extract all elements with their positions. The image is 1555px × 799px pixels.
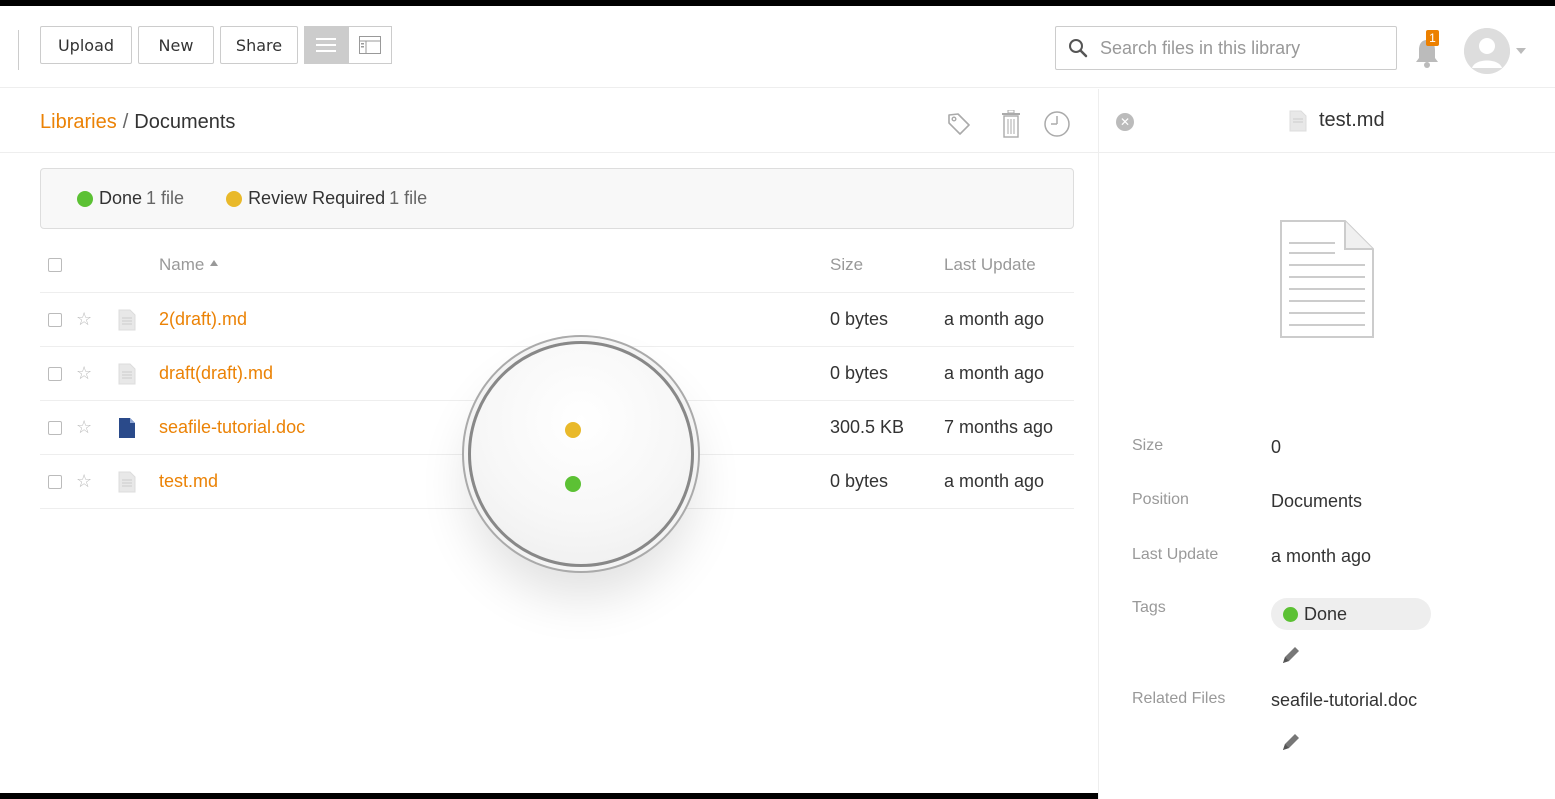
text-file-icon (118, 347, 136, 400)
size-value: 0 (1271, 437, 1282, 457)
last-update-column-header[interactable]: Last Update (944, 238, 1036, 292)
file-name-link[interactable]: draft(draft).md (159, 347, 273, 400)
detail-file-name: test.md (1319, 109, 1385, 131)
name-column-header[interactable]: Name (159, 238, 219, 292)
position-label: Position (1132, 491, 1189, 508)
search-icon (1056, 38, 1100, 58)
share-button[interactable]: Share (220, 26, 298, 64)
star-icon[interactable]: ☆ (76, 401, 92, 454)
search-box[interactable] (1055, 26, 1397, 70)
tag-pill-label: Done (1304, 603, 1348, 624)
last-update-label: Last Update (1132, 546, 1219, 563)
notification-button[interactable]: 1 (1414, 30, 1444, 70)
tag-pill-done: Done (1271, 598, 1431, 630)
column-view-button[interactable] (348, 26, 392, 64)
text-file-icon (118, 455, 136, 508)
file-preview-icon (1279, 219, 1375, 344)
text-file-icon (118, 293, 136, 346)
tag-summary-count: 1 file (389, 188, 428, 208)
row-checkbox[interactable] (48, 401, 62, 454)
file-name-link[interactable]: 2(draft).md (159, 293, 247, 346)
last-update-value: a month ago (1271, 546, 1372, 566)
user-avatar[interactable] (1464, 28, 1510, 74)
breadcrumb: Libraries / Documents (40, 111, 235, 134)
tag-icon[interactable] (944, 109, 974, 139)
row-checkbox[interactable] (48, 455, 62, 508)
star-icon[interactable]: ☆ (76, 293, 92, 346)
row-checkbox[interactable] (48, 293, 62, 346)
file-last-update: a month ago (944, 363, 1045, 383)
done-tag-dot (565, 476, 581, 492)
search-input[interactable] (1100, 37, 1380, 59)
list-view-button[interactable] (304, 26, 348, 64)
app-window: Upload New Share Search files in this li… (0, 0, 1555, 799)
size-column-header[interactable]: Size (830, 238, 863, 292)
file-last-update: 7 months ago (944, 417, 1054, 437)
top-toolbar: Upload New Share Search files in this li… (0, 12, 1555, 88)
list-view-icon (316, 38, 336, 52)
file-name-link[interactable]: seafile-tutorial.doc (159, 401, 305, 454)
trash-icon[interactable] (996, 109, 1026, 139)
review-required-tag-dot (565, 422, 581, 438)
edit-related-files-pencil-icon[interactable] (1281, 732, 1301, 752)
edit-tags-pencil-icon[interactable] (1281, 645, 1301, 665)
tag-summary-name: Done (99, 188, 143, 208)
table-header: Name Size Last Update (40, 238, 1074, 293)
table-row[interactable]: ☆ 2(draft).md 0 bytes a month ago (40, 293, 1074, 347)
file-last-update: a month ago (944, 471, 1045, 491)
position-value: Documents (1271, 491, 1363, 511)
word-file-icon (118, 401, 136, 454)
new-button[interactable]: New (138, 26, 214, 64)
select-all-checkbox[interactable] (48, 238, 62, 292)
star-icon[interactable]: ☆ (76, 455, 92, 508)
tag-color-dot (226, 190, 243, 207)
sort-ascending-icon (210, 260, 219, 266)
tag-summary-count: 1 file (146, 188, 185, 208)
text-file-icon (1289, 110, 1307, 131)
file-size: 300.5 KB (830, 417, 905, 437)
row-checkbox[interactable] (48, 347, 62, 400)
magnifier-overlay (468, 341, 694, 567)
close-icon[interactable]: ✕ (1116, 113, 1134, 131)
tag-summary-review-required[interactable]: Review Required 1 file (226, 188, 427, 209)
toolbar-divider (18, 30, 19, 70)
star-icon[interactable]: ☆ (76, 347, 92, 400)
file-last-update: a month ago (944, 309, 1045, 329)
breadcrumb-current: Documents (134, 111, 236, 133)
file-size: 0 bytes (830, 309, 889, 329)
name-header-label: Name (159, 255, 205, 274)
path-bar: Libraries / Documents (0, 89, 1098, 153)
upload-button[interactable]: Upload (40, 26, 132, 64)
user-icon (1464, 28, 1510, 74)
column-view-icon (359, 36, 381, 54)
tag-summary-done[interactable]: Done 1 file (77, 188, 184, 209)
detail-title: test.md (1289, 109, 1385, 132)
tag-color-dot (1283, 606, 1298, 622)
breadcrumb-separator: / (122, 111, 129, 133)
tags-label: Tags (1132, 599, 1166, 616)
tag-color-dot (77, 190, 93, 207)
detail-header: ✕ test.md (1099, 89, 1555, 153)
tag-summary-name: Review Required (248, 188, 386, 208)
file-size: 0 bytes (830, 363, 889, 383)
file-name-link[interactable]: test.md (159, 455, 218, 508)
notification-count-badge: 1 (1426, 30, 1439, 46)
file-detail-panel: ✕ test.md Size 0 Position Documents Last… (1098, 89, 1555, 799)
file-size: 0 bytes (830, 471, 889, 491)
chevron-down-icon[interactable] (1516, 48, 1526, 54)
related-file-link[interactable]: seafile-tutorial.doc (1271, 690, 1417, 711)
history-icon[interactable] (1042, 109, 1072, 139)
tag-summary-bar: Done 1 file Review Required 1 file (40, 168, 1074, 229)
related-files-label: Related Files (1132, 690, 1226, 707)
size-label: Size (1132, 437, 1164, 454)
breadcrumb-libraries-link[interactable]: Libraries (40, 111, 117, 133)
